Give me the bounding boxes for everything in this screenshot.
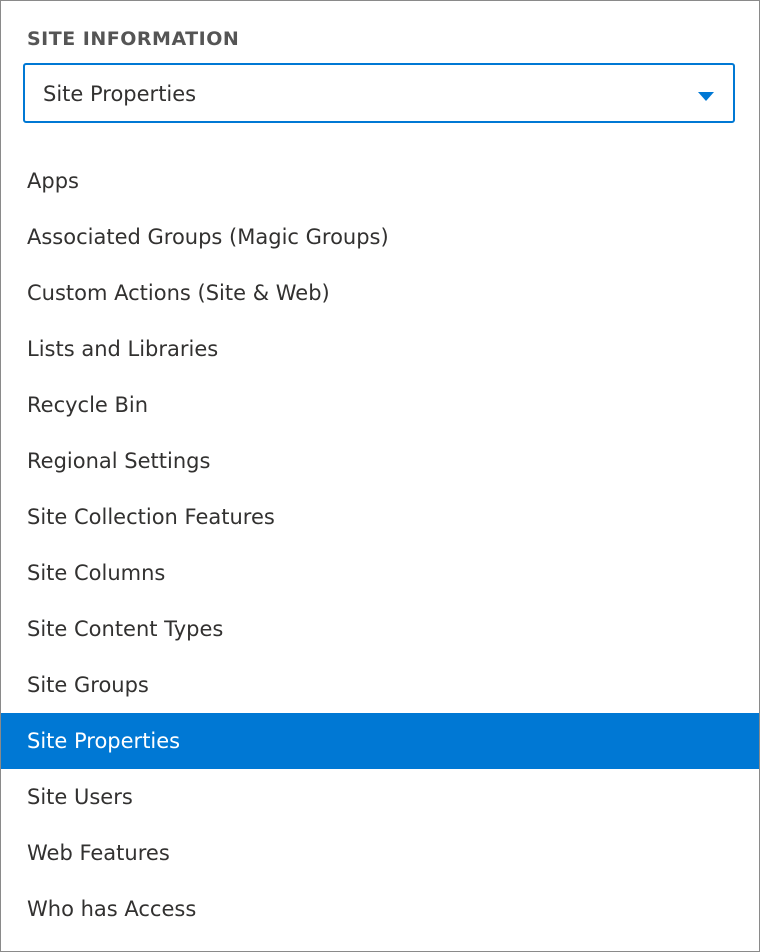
- option-associated-groups[interactable]: Associated Groups (Magic Groups): [1, 209, 759, 265]
- option-web-features[interactable]: Web Features: [1, 825, 759, 881]
- option-site-collection-features[interactable]: Site Collection Features: [1, 489, 759, 545]
- option-site-columns[interactable]: Site Columns: [1, 545, 759, 601]
- option-site-content-types[interactable]: Site Content Types: [1, 601, 759, 657]
- dropdown-options-list: Apps Associated Groups (Magic Groups) Cu…: [1, 153, 759, 937]
- option-regional-settings[interactable]: Regional Settings: [1, 433, 759, 489]
- option-custom-actions[interactable]: Custom Actions (Site & Web): [1, 265, 759, 321]
- dropdown-selected-value: Site Properties: [43, 82, 197, 106]
- option-apps[interactable]: Apps: [1, 153, 759, 209]
- site-information-panel: SITE INFORMATION Site Properties Apps As…: [0, 0, 760, 952]
- option-site-groups[interactable]: Site Groups: [1, 657, 759, 713]
- option-recycle-bin[interactable]: Recycle Bin: [1, 377, 759, 433]
- option-site-properties[interactable]: Site Properties: [1, 713, 759, 769]
- section-title: SITE INFORMATION: [27, 28, 240, 50]
- caret-down-icon: [698, 92, 714, 101]
- option-lists-and-libraries[interactable]: Lists and Libraries: [1, 321, 759, 377]
- site-information-dropdown[interactable]: Site Properties: [23, 63, 735, 123]
- option-who-has-access[interactable]: Who has Access: [1, 881, 759, 937]
- option-site-users[interactable]: Site Users: [1, 769, 759, 825]
